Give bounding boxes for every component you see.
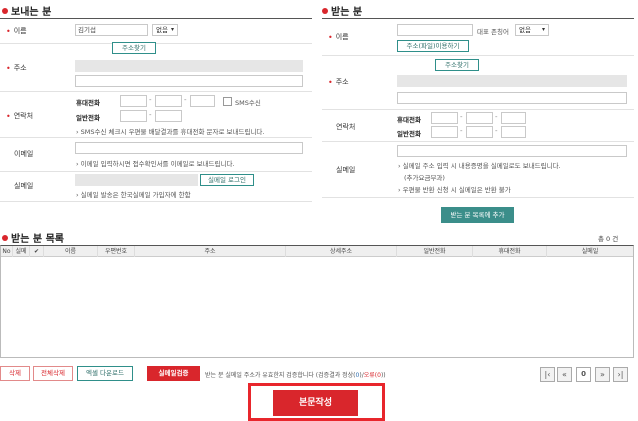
sender-name-label: 이름 [13,27,27,35]
sealmail-login-button[interactable]: 실메일 로그인 [200,174,254,186]
receiver-contact-row: 연락처 휴대전화 - - 일반전화 - - [322,110,634,142]
receiver-mobile-label: 휴대전화 [397,116,421,124]
receiver-sealmail-input[interactable] [397,145,627,157]
write-body-button[interactable]: 본문작성 [273,390,358,416]
receiver-section-title: 받는 분 [322,3,362,18]
receiver-address-search-button[interactable]: 주소찾기 [435,59,479,71]
sender-address-label: 주소 [13,64,27,72]
col-header-mobile: 휴대전화 [473,246,547,257]
email-note: › 이메일 입력하시면 접수확인서를 이메일로 보내드립니다. [76,160,235,168]
receiver-landline-2[interactable] [466,126,493,138]
list-section-title: 받는 분 목록 [2,230,64,245]
receiver-landline-label: 일반전화 [397,130,421,138]
sender-sealmail-row: 실메일 실메일 로그인 › 실메일 발송은 한국실메일 가입자에 한함 [0,172,312,202]
sender-landline-1[interactable] [120,110,147,122]
receiver-sealmail-note1: › 실메일 주소 입력 시 내용증명을 실메일로도 보내드립니다. [398,162,561,170]
section-bullet-icon [2,234,8,241]
sender-landline-2[interactable] [155,110,182,122]
sender-mobile-3[interactable] [190,95,215,107]
last-page-icon[interactable]: ›| [613,367,628,382]
receiver-mobile-3[interactable] [501,112,526,124]
sender-contact-row: • 연락처 휴대전화 - - SMS수신 일반전화 - › SMS수신 체크시 우… [0,92,312,138]
receiver-honorific-label: 대표 존칭어 [477,28,509,36]
chevron-down-icon: ▾ [541,26,545,33]
receiver-contact-label: 연락처 [336,123,356,131]
sender-contact-label: 연락처 [13,112,34,120]
sender-email-label: 이메일 [14,150,34,158]
col-header-sealmail: 실메일 [581,248,599,255]
sender-address-search-button[interactable]: 주소찾기 [112,42,156,54]
col-header-landline: 일반전화 [397,246,473,257]
sender-landline-label: 일반전화 [76,114,100,122]
sender-mobile-1[interactable] [120,95,147,107]
col-header-zipcode: 우편번호 [98,246,135,257]
receiver-name-input[interactable] [397,24,473,36]
verify-note: 받는 분 실메일 주소가 유효한지 검증합니다 (검증결과 정상(0)/오류(0… [205,372,386,379]
page-number[interactable]: 0 [576,367,591,382]
receiver-name-row: • 이름 대표 존칭어 없음 ▾ 주소(파일)이용하기 [322,19,634,56]
receiver-sealmail-label: 실메일 [336,166,356,174]
table-header: No 실메 ✔ 이름 우편번호 주소 상세주소 일반전화 휴대전화 실메일 [1,246,633,257]
checkmark-icon: ✔ [33,248,40,255]
sender-name-row: • 이름 김기섭 없음 ▾ [0,19,312,44]
sender-address-row: • 주소 주소찾기 [0,42,312,92]
sender-email-row: 이메일 › 이메일 입력하시면 접수확인서를 이메일로 보내드립니다. [0,138,312,172]
receiver-address-row: • 주소 주소찾기 [322,56,634,110]
chevron-down-icon: ▾ [170,26,174,33]
sms-note: › SMS수신 체크시 우편물 배달결과를 휴대전화 문자로 보내드립니다. [76,128,265,136]
sms-checkbox[interactable] [223,97,232,106]
col-header-sealmail-check: 실메 [13,246,30,257]
receiver-address-detail-input[interactable] [397,92,627,104]
next-page-icon[interactable]: » [595,367,610,382]
receiver-mobile-1[interactable] [431,112,458,124]
col-header-address: 주소 [135,246,286,257]
col-header-select-all[interactable]: ✔ [30,246,44,257]
address-file-button[interactable]: 주소(파일)이용하기 [397,40,469,52]
sender-honorific-select[interactable]: 없음 ▾ [152,24,178,36]
sealmail-note: › 실메일 발송은 한국실메일 가입자에 한함 [76,191,191,199]
receiver-address-label: 주소 [335,78,349,86]
excel-download-button[interactable]: 엑셀 다운로드 [77,366,133,381]
delete-all-button[interactable]: 전체삭제 [33,366,73,381]
add-to-list-button[interactable]: 받는 분 목록에 추가 [441,207,514,223]
sender-address-input[interactable] [75,60,303,72]
sender-name-input[interactable]: 김기섭 [75,24,148,36]
receiver-sealmail-note3: › 우편물 반환 신청 시 실메일은 반환 불가 [398,186,511,194]
receiver-address-input[interactable] [397,75,627,87]
receiver-sealmail-row: 실메일 › 실메일 주소 입력 시 내용증명을 실메일로도 보내드립니다. (추… [322,142,634,198]
sender-sealmail-input[interactable] [75,174,198,186]
col-header-detail-address: 상세주소 [286,246,397,257]
first-page-icon[interactable]: |‹ [540,367,555,382]
section-bullet-icon [2,7,8,14]
sender-section-title: 보내는 분 [2,3,51,18]
receiver-landline-1[interactable] [431,126,458,138]
sms-label: SMS수신 [235,99,261,107]
delete-button[interactable]: 삭제 [0,366,30,381]
prev-page-icon[interactable]: « [557,367,572,382]
receiver-name-label: 이름 [335,33,349,41]
sender-mobile-2[interactable] [155,95,182,107]
verify-sealmail-button[interactable]: 실메일검증 [147,366,200,381]
sender-mobile-label: 휴대전화 [76,99,100,107]
col-header-name: 이름 [44,246,98,257]
sender-sealmail-label: 실메일 [14,182,34,190]
receiver-mobile-2[interactable] [466,112,493,124]
receiver-landline-3[interactable] [501,126,526,138]
sender-email-input[interactable] [75,142,303,154]
receiver-table: No 실메 ✔ 이름 우편번호 주소 상세주소 일반전화 휴대전화 실메일 [0,245,634,358]
list-total-count: 총 0 건 [598,235,619,243]
receiver-sealmail-note2: (추가요금부과) [404,174,445,182]
receiver-honorific-select[interactable]: 없음 ▾ [515,24,549,36]
sender-address-detail-input[interactable] [75,75,303,87]
col-header-no: No [1,246,13,257]
section-bullet-icon [322,7,328,14]
